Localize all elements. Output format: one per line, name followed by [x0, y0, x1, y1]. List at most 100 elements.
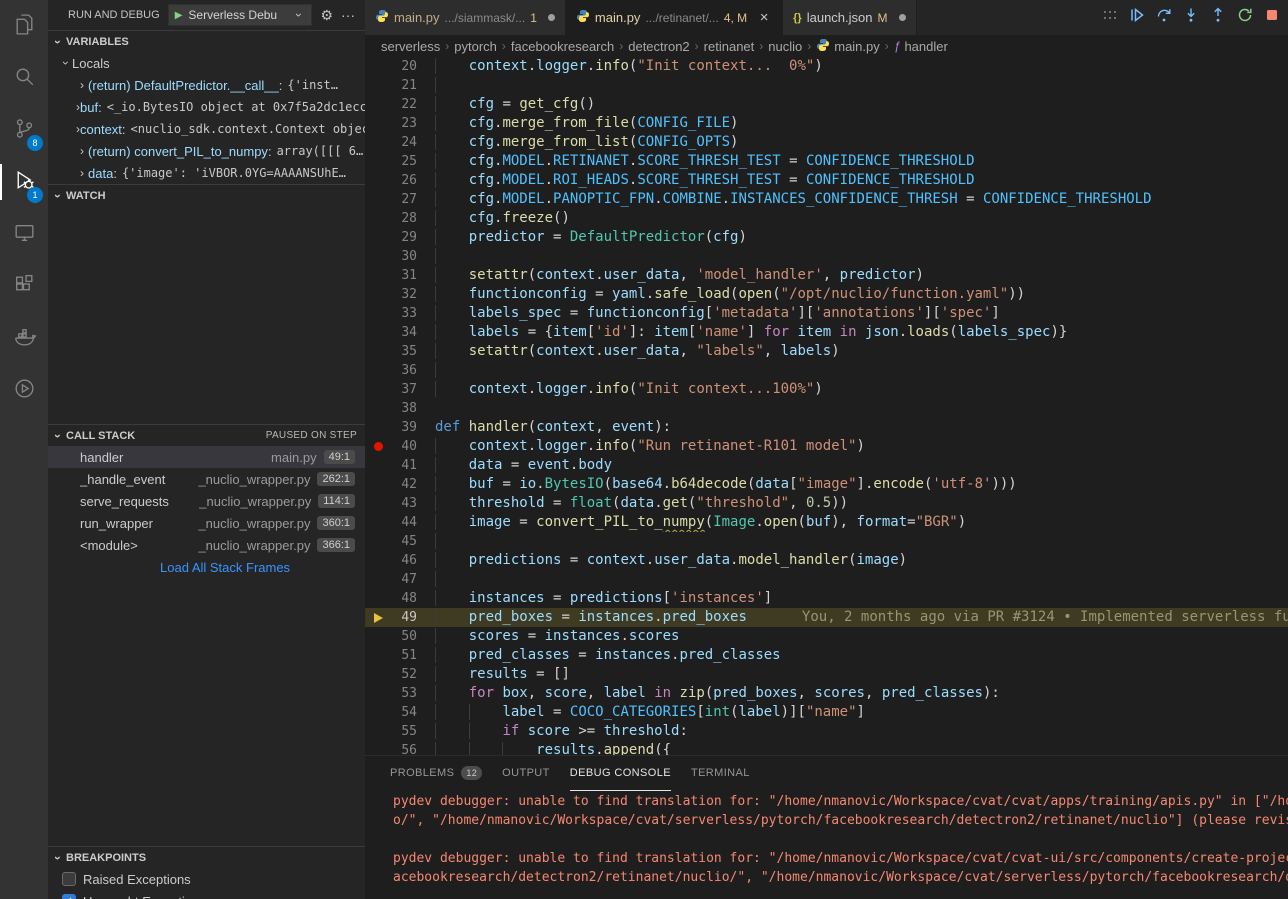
code-line-28[interactable]: 28 cfg.freeze() — [365, 209, 1288, 228]
line-number[interactable]: 31 — [391, 266, 417, 285]
variable-row[interactable]: ›data:{'image': 'iVBOR.0YG=AAAANSUhE… — [48, 162, 365, 184]
line-number[interactable]: 21 — [391, 76, 417, 95]
line-number[interactable]: 24 — [391, 133, 417, 152]
step-over-button[interactable] — [1156, 7, 1172, 23]
code-line-41[interactable]: 41 data = event.body — [365, 456, 1288, 475]
breakpoint-row[interactable]: ✓Uncaught Exceptions — [48, 890, 365, 899]
line-number[interactable]: 39 — [391, 418, 417, 437]
panel-tab-terminal[interactable]: TERMINAL — [691, 756, 750, 791]
line-number[interactable]: 28 — [391, 209, 417, 228]
modified-dot-icon[interactable] — [899, 14, 906, 21]
code-line-30[interactable]: 30 — [365, 247, 1288, 266]
code-line-39[interactable]: 39def handler(context, event): — [365, 418, 1288, 437]
stack-frame-row[interactable]: handlermain.py49:1 — [48, 446, 365, 468]
code-line-45[interactable]: 45 — [365, 532, 1288, 551]
activity-bar-item-search[interactable] — [0, 52, 48, 104]
code-line-22[interactable]: 22 cfg = get_cfg() — [365, 95, 1288, 114]
line-number[interactable]: 48 — [391, 589, 417, 608]
panel-tab-debug-console[interactable]: DEBUG CONSOLE — [570, 756, 671, 791]
code-line-26[interactable]: 26 cfg.MODEL.ROI_HEADS.SCORE_THRESH_TEST… — [365, 171, 1288, 190]
code-line-37[interactable]: 37 context.logger.info("Init context...1… — [365, 380, 1288, 399]
line-number[interactable]: 30 — [391, 247, 417, 266]
code-line-54[interactable]: 54 label = COCO_CATEGORIES[int(label)]["… — [365, 703, 1288, 722]
line-number[interactable]: 23 — [391, 114, 417, 133]
debug-config-dropdown[interactable]: ▶ Serverless Debu › — [168, 4, 313, 26]
variables-section-header[interactable]: › VARIABLES — [48, 30, 365, 52]
line-number[interactable]: 51 — [391, 646, 417, 665]
step-into-button[interactable] — [1183, 7, 1199, 23]
activity-bar-item-remote-explorer[interactable] — [0, 208, 48, 260]
code-line-51[interactable]: 51 pred_classes = instances.pred_classes — [365, 646, 1288, 665]
stack-frame-row[interactable]: <module>_nuclio_wrapper.py366:1 — [48, 534, 365, 556]
code-line-52[interactable]: 52 results = [] — [365, 665, 1288, 684]
activity-bar-item-run-circle[interactable] — [0, 364, 48, 416]
line-number[interactable]: 38 — [391, 399, 417, 418]
checkbox[interactable]: ✓ — [62, 894, 76, 899]
activity-bar-item-source-control[interactable]: 8 — [0, 104, 48, 156]
activity-bar-item-run-and-debug[interactable]: 1 — [0, 156, 48, 208]
checkbox[interactable] — [62, 872, 76, 886]
debug-settings-gear-icon[interactable]: ⚙ — [320, 7, 333, 24]
line-number[interactable]: 53 — [391, 684, 417, 703]
line-number[interactable]: 22 — [391, 95, 417, 114]
line-number[interactable]: 43 — [391, 494, 417, 513]
code-line-42[interactable]: 42 buf = io.BytesIO(base64.b64decode(dat… — [365, 475, 1288, 494]
breadcrumb-item-serverless[interactable]: serverless — [381, 39, 440, 54]
code-editor[interactable]: 20 context.logger.info("Init context... … — [365, 57, 1288, 755]
line-number[interactable]: 37 — [391, 380, 417, 399]
code-line-33[interactable]: 33 labels_spec = functionconfig['metadat… — [365, 304, 1288, 323]
code-line-55[interactable]: 55 if score >= threshold: — [365, 722, 1288, 741]
start-debugging-icon[interactable]: ▶ — [175, 10, 183, 21]
line-number[interactable]: 41 — [391, 456, 417, 475]
line-number[interactable]: 36 — [391, 361, 417, 380]
line-number[interactable]: 54 — [391, 703, 417, 722]
breakpoints-section-header[interactable]: › BREAKPOINTS — [48, 846, 365, 868]
activity-bar-item-explorer[interactable] — [0, 0, 48, 52]
line-number[interactable]: 32 — [391, 285, 417, 304]
line-number[interactable]: 20 — [391, 57, 417, 76]
breadcrumb-item-nuclio[interactable]: nuclio — [768, 39, 802, 54]
code-line-47[interactable]: 47 — [365, 570, 1288, 589]
line-number[interactable]: 27 — [391, 190, 417, 209]
line-number[interactable]: 55 — [391, 722, 417, 741]
step-out-button[interactable] — [1210, 7, 1226, 23]
gutter-glyph-margin[interactable] — [365, 613, 391, 623]
restart-button[interactable] — [1237, 7, 1253, 23]
editor-tab-main.py[interactable]: main.py.../retinanet/...4, M× — [566, 0, 783, 35]
line-number[interactable]: 52 — [391, 665, 417, 684]
editor-tab-main.py[interactable]: main.py.../siammask/...1 — [365, 0, 566, 35]
modified-dot-icon[interactable] — [548, 14, 555, 21]
code-line-50[interactable]: 50 scores = instances.scores — [365, 627, 1288, 646]
breadcrumb-item-detectron2[interactable]: detectron2 — [628, 39, 689, 54]
breadcrumb-item-handler[interactable]: ƒhandler — [894, 39, 948, 54]
variable-row[interactable]: ›(return) convert_PIL_to_numpy:array([[[… — [48, 140, 365, 162]
code-line-31[interactable]: 31 setattr(context.user_data, 'model_han… — [365, 266, 1288, 285]
code-line-35[interactable]: 35 setattr(context.user_data, "labels", … — [365, 342, 1288, 361]
breakpoint-row[interactable]: Raised Exceptions — [48, 868, 365, 890]
code-line-25[interactable]: 25 cfg.MODEL.RETINANET.SCORE_THRESH_TEST… — [365, 152, 1288, 171]
code-line-44[interactable]: 44 image = convert_PIL_to_numpy(Image.op… — [365, 513, 1288, 532]
code-line-27[interactable]: 27 cfg.MODEL.PANOPTIC_FPN.COMBINE.INSTAN… — [365, 190, 1288, 209]
line-number[interactable]: 56 — [391, 741, 417, 755]
code-line-32[interactable]: 32 functionconfig = yaml.safe_load(open(… — [365, 285, 1288, 304]
load-all-stack-frames-link[interactable]: Load All Stack Frames — [48, 556, 365, 578]
line-number[interactable]: 47 — [391, 570, 417, 589]
code-line-43[interactable]: 43 threshold = float(data.get("threshold… — [365, 494, 1288, 513]
breadcrumb-item-retinanet[interactable]: retinanet — [704, 39, 755, 54]
code-line-29[interactable]: 29 predictor = DefaultPredictor(cfg) — [365, 228, 1288, 247]
code-line-56[interactable]: 56 results.append({ — [365, 741, 1288, 755]
line-number[interactable]: 49 — [391, 608, 417, 627]
code-line-40[interactable]: 40 context.logger.info("Run retinanet-R1… — [365, 437, 1288, 456]
code-line-21[interactable]: 21 — [365, 76, 1288, 95]
panel-tab-output[interactable]: OUTPUT — [502, 756, 550, 791]
code-line-24[interactable]: 24 cfg.merge_from_list(CONFIG_OPTS) — [365, 133, 1288, 152]
line-number[interactable]: 46 — [391, 551, 417, 570]
code-line-20[interactable]: 20 context.logger.info("Init context... … — [365, 57, 1288, 76]
code-line-38[interactable]: 38 — [365, 399, 1288, 418]
variable-row[interactable]: ›context:<nuclio_sdk.context.Context obj… — [48, 118, 365, 140]
code-line-23[interactable]: 23 cfg.merge_from_file(CONFIG_FILE) — [365, 114, 1288, 133]
watch-section-header[interactable]: › WATCH — [48, 184, 365, 206]
breadcrumb-item-main.py[interactable]: main.py — [816, 38, 880, 55]
code-line-46[interactable]: 46 predictions = context.user_data.model… — [365, 551, 1288, 570]
line-number[interactable]: 45 — [391, 532, 417, 551]
